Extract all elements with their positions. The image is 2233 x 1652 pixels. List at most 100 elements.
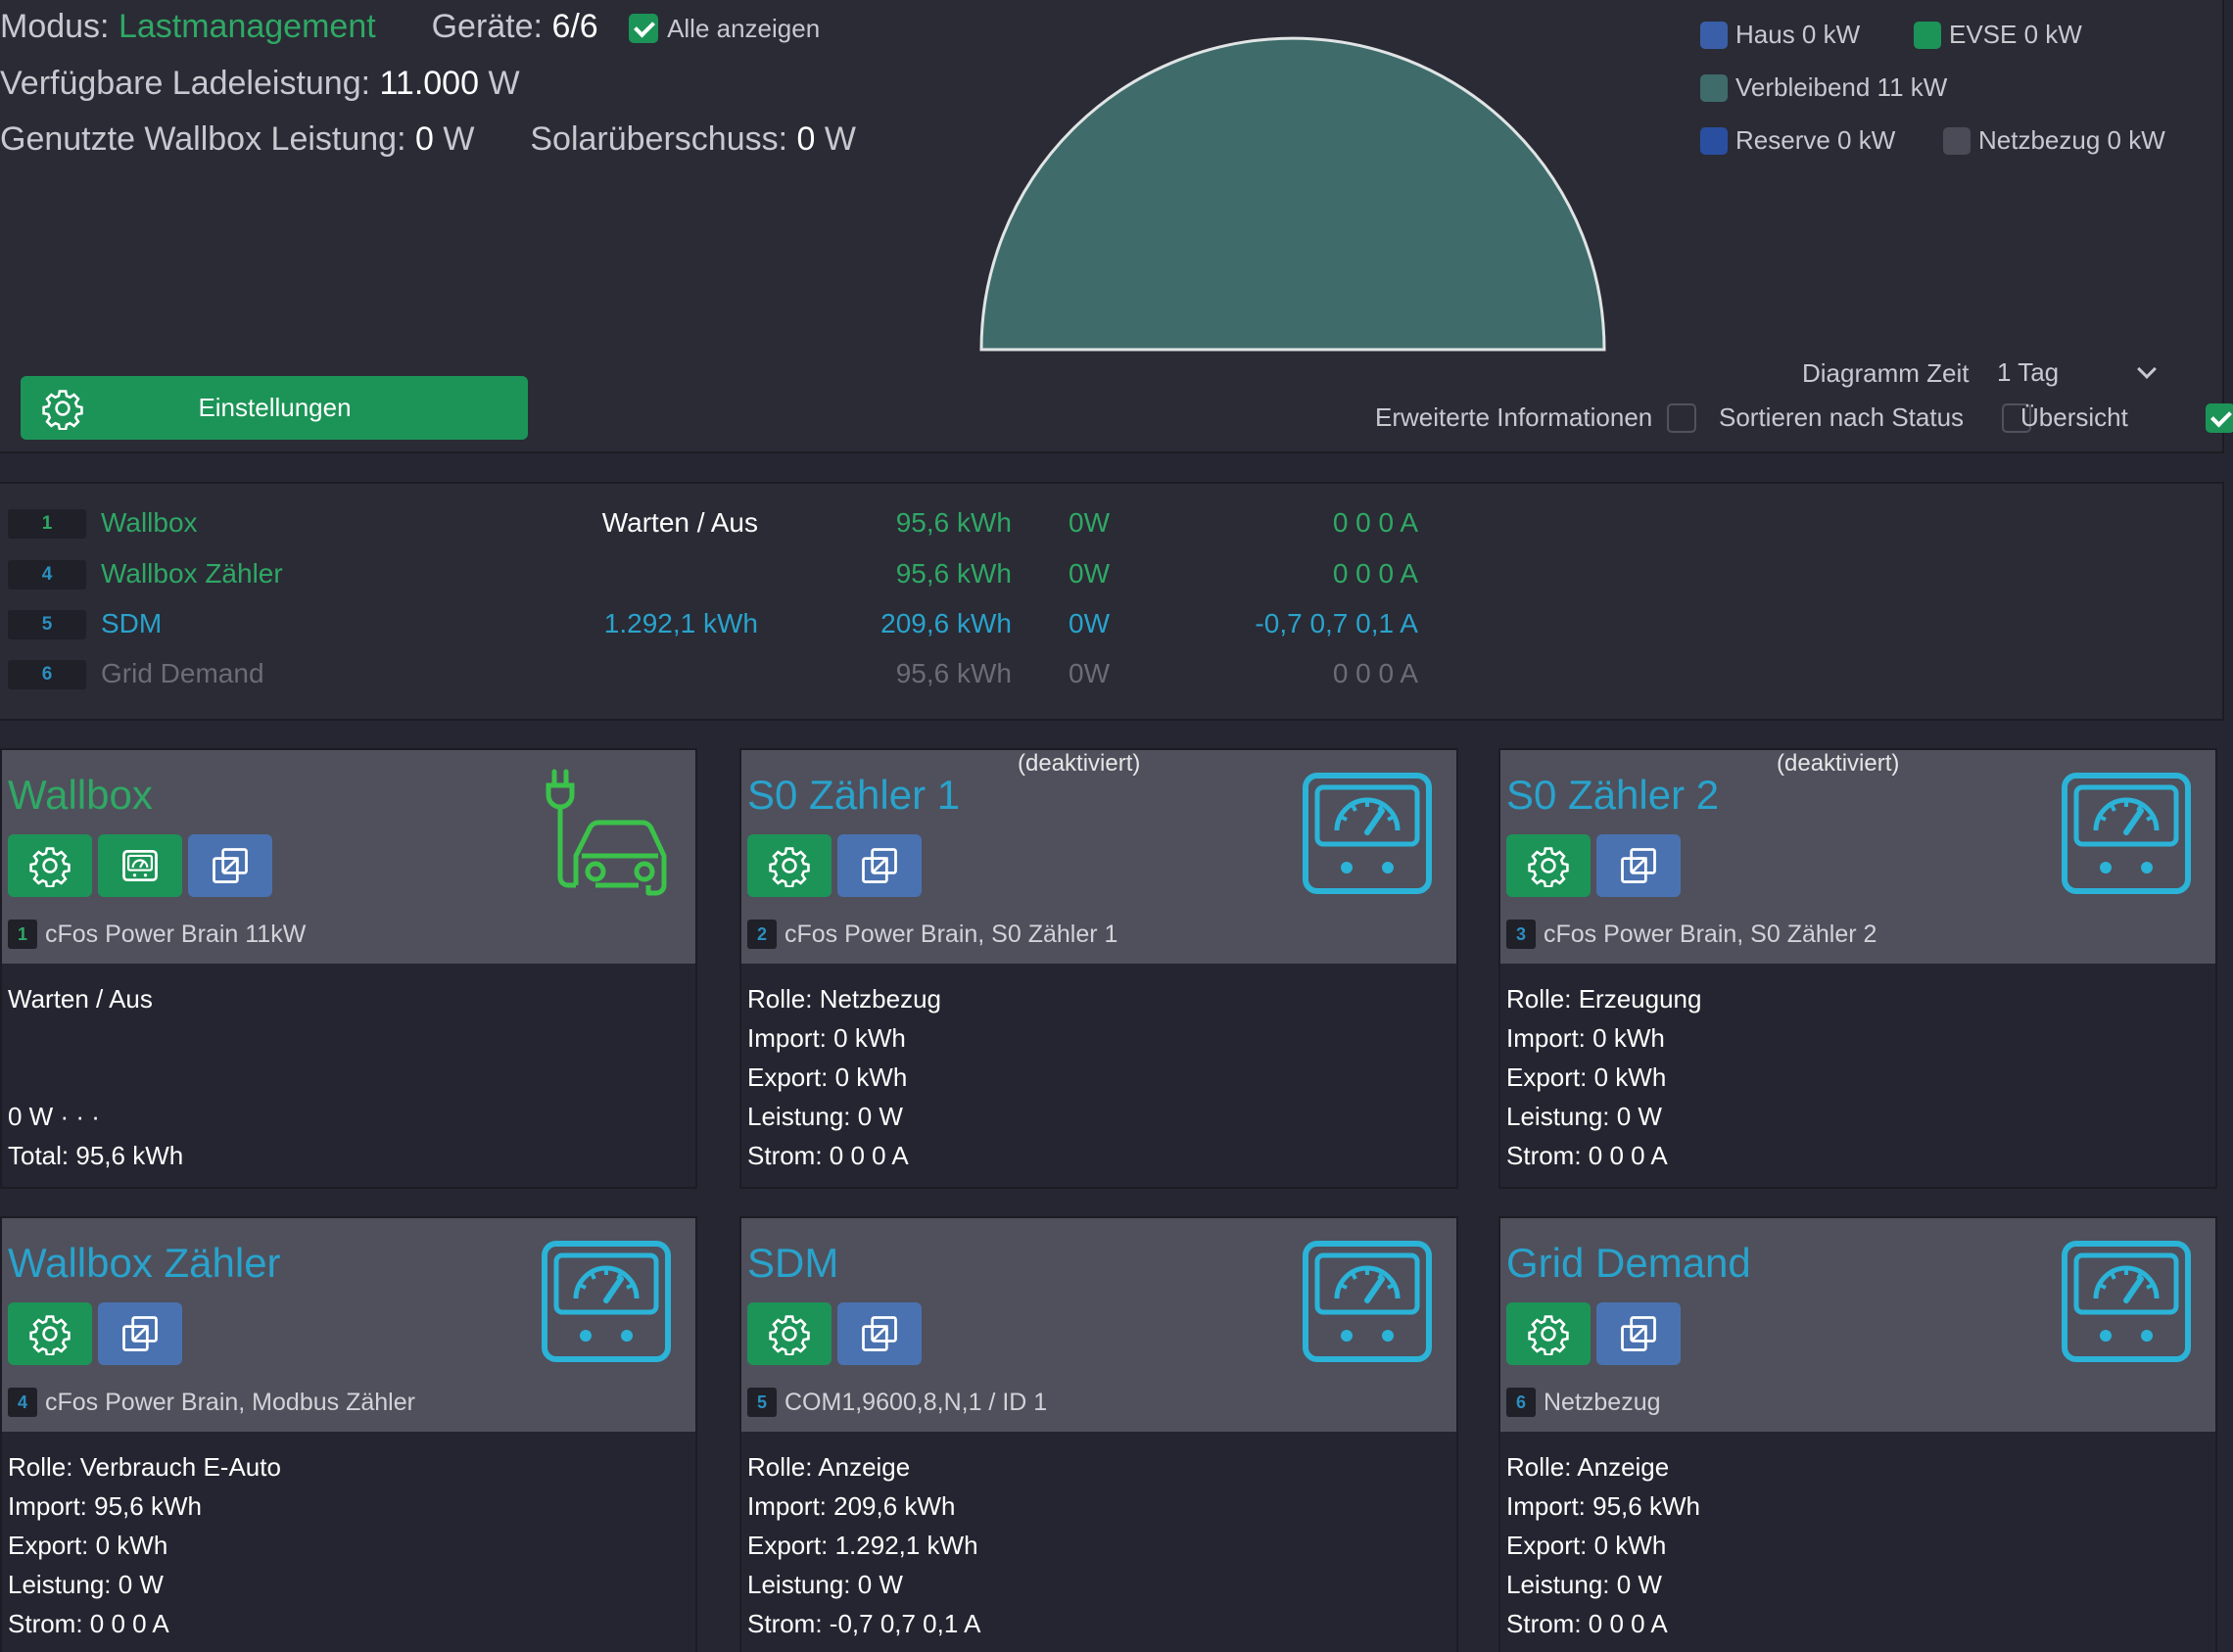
energy-meter-icon xyxy=(541,1240,672,1363)
row-name[interactable]: Wallbox Zähler xyxy=(101,558,283,590)
row-current: 0 0 0 A xyxy=(1332,658,1418,688)
open-external-button[interactable] xyxy=(188,834,272,897)
card-title[interactable]: S0 Zähler 2 xyxy=(1506,772,1719,819)
diagram-time-select[interactable]: 1 Tag xyxy=(1983,351,2171,394)
row-energy-import: 95,6 kWh xyxy=(895,507,1012,538)
legend-evse: EVSE 0 kW xyxy=(1914,20,2082,50)
solar-unit: W xyxy=(824,120,856,158)
detail-line: Export: 1.292,1 kWh xyxy=(747,1531,978,1560)
devices-value: 6/6 xyxy=(551,8,598,45)
show-all-checkbox[interactable] xyxy=(628,14,658,44)
device-settings-button[interactable] xyxy=(8,1302,92,1365)
row-current: 0 0 0 A xyxy=(1332,558,1418,589)
row-name[interactable]: Wallbox xyxy=(101,507,198,539)
card-model: cFos Power Brain, Modbus Zähler xyxy=(45,1388,415,1416)
row-energy-import: 95,6 kWh xyxy=(895,658,1012,688)
solar-value: 0 xyxy=(796,120,816,158)
deactivated-label: (deaktiviert) xyxy=(1777,750,1900,777)
table-row[interactable]: 5 SDM 1.292,1 kWh 209,6 kWh 0W -0,7 0,7 … xyxy=(0,600,1469,649)
device-settings-button[interactable] xyxy=(747,1302,831,1365)
legend-grid-label: Netzbezug 0 kW xyxy=(1978,125,2165,155)
legend-evse-label: EVSE 0 kW xyxy=(1949,20,2082,49)
overview-label[interactable]: Übersicht xyxy=(2020,402,2128,433)
card-subtitle: 5 COM1,9600,8,N,1 / ID 1 xyxy=(747,1388,1047,1417)
card-index: 6 xyxy=(1506,1388,1536,1417)
open-external-button[interactable] xyxy=(837,1302,922,1365)
card-actions xyxy=(1506,834,1681,897)
card-title[interactable]: Wallbox Zähler xyxy=(8,1240,281,1287)
card-model: Netzbezug xyxy=(1544,1388,1661,1416)
overview-checkbox[interactable] xyxy=(2205,403,2233,433)
device-card-wallbox: Wallbox 1 cFos Power Brain 11kW Warten /… xyxy=(0,748,697,1189)
device-settings-button[interactable] xyxy=(8,834,92,897)
table-row[interactable]: 6 Grid Demand 95,6 kWh 0W 0 0 0 A xyxy=(0,650,1469,699)
card-index: 4 xyxy=(8,1388,37,1417)
open-external-button[interactable] xyxy=(837,834,922,897)
mode-line: Modus: Lastmanagement Geräte: 6/6 Alle a… xyxy=(0,8,820,46)
detail-line xyxy=(8,1018,689,1058)
detail-line xyxy=(8,1058,689,1097)
card-details: Rolle: Verbrauch E-Auto Import: 95,6 kWh… xyxy=(2,1432,695,1643)
mode-label: Modus: xyxy=(0,8,110,45)
external-link-icon xyxy=(209,844,252,887)
card-title[interactable]: S0 Zähler 1 xyxy=(747,772,960,819)
detail-line: Leistung: 0 W xyxy=(1506,1570,1662,1599)
card-title[interactable]: Wallbox xyxy=(8,772,153,819)
external-link-icon xyxy=(858,844,901,887)
show-all-label[interactable]: Alle anzeigen xyxy=(667,14,820,43)
card-actions xyxy=(8,1302,182,1365)
device-card-s0-meter-2: (deaktiviert) S0 Zähler 2 3 cFos Power B… xyxy=(1498,748,2217,1189)
device-settings-button[interactable] xyxy=(1506,834,1591,897)
row-power: 0W xyxy=(1069,507,1110,538)
detail-line: Leistung: 0 W xyxy=(8,1570,164,1599)
extended-info-checkbox[interactable] xyxy=(1667,403,1696,433)
card-header: (deaktiviert) S0 Zähler 1 2 cFos Power B… xyxy=(741,750,1456,964)
device-settings-button[interactable] xyxy=(1506,1302,1591,1365)
card-details: Warten / Aus 0 W · · · Total: 95,6 kWh xyxy=(2,964,695,1175)
legend-reserve-label: Reserve 0 kW xyxy=(1735,125,1896,155)
settings-button[interactable]: Einstellungen xyxy=(21,376,528,440)
energy-meter-icon xyxy=(2061,772,2192,895)
row-energy-import: 209,6 kWh xyxy=(880,608,1012,638)
solar-label: Solarüberschuss: xyxy=(530,120,788,158)
gear-icon xyxy=(1527,1312,1570,1355)
table-row[interactable]: 1 Wallbox Warten / Aus 95,6 kWh 0W 0 0 0… xyxy=(0,499,1469,548)
card-model: cFos Power Brain 11kW xyxy=(45,920,307,948)
card-model: cFos Power Brain, S0 Zähler 2 xyxy=(1544,920,1877,948)
table-row[interactable]: 4 Wallbox Zähler 95,6 kWh 0W 0 0 0 A xyxy=(0,550,1469,599)
energy-meter-icon xyxy=(2061,1240,2192,1363)
ev-charger-icon xyxy=(546,769,667,896)
row-name[interactable]: SDM xyxy=(101,608,162,639)
open-external-button[interactable] xyxy=(1596,1302,1681,1365)
open-external-button[interactable] xyxy=(98,1302,182,1365)
row-current: -0,7 0,7 0,1 A xyxy=(1255,608,1418,638)
card-title[interactable]: Grid Demand xyxy=(1506,1240,1751,1287)
card-header: Wallbox 1 cFos Power Brain 11kW xyxy=(2,750,695,964)
card-title[interactable]: SDM xyxy=(747,1240,838,1287)
legend-remaining: Verbleibend 11 kW xyxy=(1700,72,1947,103)
row-energy-total: 1.292,1 kWh xyxy=(603,608,758,638)
gear-icon xyxy=(768,844,811,887)
device-settings-button[interactable] xyxy=(747,834,831,897)
legend-house-swatch xyxy=(1700,21,1728,49)
power-gauge xyxy=(979,36,1606,352)
gear-icon xyxy=(42,389,83,430)
legend-house-label: Haus 0 kW xyxy=(1735,20,1861,49)
detail-line: Strom: -0,7 0,7 0,1 A xyxy=(747,1609,981,1638)
extended-info-label[interactable]: Erweiterte Informationen xyxy=(1375,402,1652,433)
card-actions xyxy=(747,834,922,897)
gear-icon xyxy=(28,1312,71,1355)
device-summary-table: 1 Wallbox Warten / Aus 95,6 kWh 0W 0 0 0… xyxy=(0,482,2224,721)
card-subtitle: 6 Netzbezug xyxy=(1506,1388,1661,1417)
sort-status-label[interactable]: Sortieren nach Status xyxy=(1719,402,1964,433)
diagram-time-value: 1 Tag xyxy=(1997,356,2060,387)
row-name[interactable]: Grid Demand xyxy=(101,658,264,689)
card-actions xyxy=(8,834,272,897)
used-power-line: Genutzte Wallbox Leistung: 0 W Solarüber… xyxy=(0,120,856,159)
meter-view-button[interactable] xyxy=(98,834,182,897)
card-header: SDM 5 COM1,9600,8,N,1 / ID 1 xyxy=(741,1218,1456,1432)
available-unit: W xyxy=(488,65,520,102)
open-external-button[interactable] xyxy=(1596,834,1681,897)
detail-line: Rolle: Anzeige xyxy=(747,1452,911,1482)
available-value: 11.000 xyxy=(379,65,479,102)
